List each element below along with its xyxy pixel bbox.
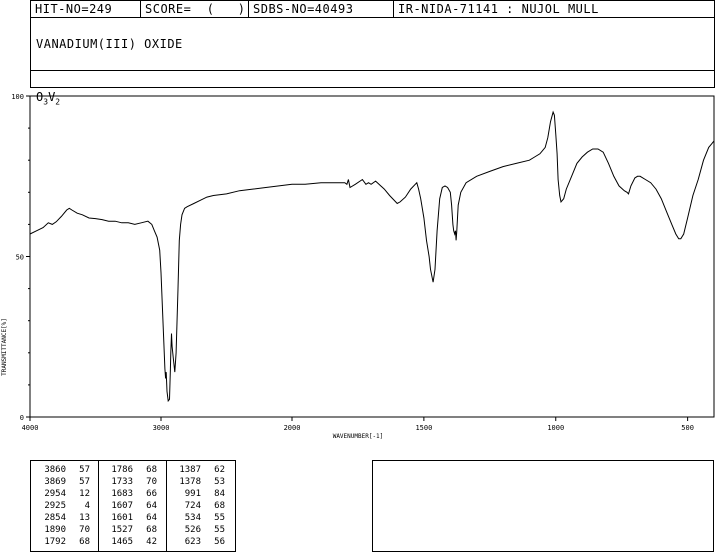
peak-wavenumber: 1601 (111, 513, 133, 523)
peak-entry: 1890 70 (34, 524, 94, 536)
peak-entry: 724 68 (169, 500, 229, 512)
peak-entry: 2925 4 (34, 500, 94, 512)
peak-transmittance: 68 (214, 501, 225, 511)
peak-wavenumber: 534 (184, 513, 201, 523)
peak-entry: 1387 62 (169, 464, 229, 476)
peak-wavenumber: 1378 (179, 477, 201, 487)
peak-wavenumber: 1387 (179, 465, 201, 475)
peak-wavenumber: 526 (184, 525, 201, 535)
spectrum-source: IR-NIDA-71141 : NUJOL MULL (398, 2, 599, 16)
x-tick-label: 1500 (415, 424, 432, 432)
peak-wavenumber: 2954 (44, 489, 66, 499)
peak-wavenumber: 1792 (44, 537, 66, 547)
peak-wavenumber: 3860 (44, 465, 66, 475)
peak-col-divider-2 (166, 461, 167, 551)
peak-entry: 534 55 (169, 512, 229, 524)
spectrum-line (29, 110, 715, 403)
peak-entry: 2854 13 (34, 512, 94, 524)
header-bar: HIT-NO=249 SCORE= ( ) SDBS-NO=40493 IR-N… (30, 0, 715, 18)
peak-wavenumber: 1465 (111, 537, 133, 547)
peak-entry: 2954 12 (34, 488, 94, 500)
score: SCORE= ( ) (141, 1, 249, 18)
peak-transmittance: 13 (79, 513, 90, 523)
peak-transmittance: 68 (79, 537, 90, 547)
peak-transmittance: 55 (214, 513, 225, 523)
x-tick-label: 500 (681, 424, 694, 432)
peak-entry: 1683 66 (101, 488, 161, 500)
sdbs-number: SDBS-NO=40493 (249, 1, 394, 18)
peak-entry: 1786 68 (101, 464, 161, 476)
peak-transmittance: 57 (79, 477, 90, 487)
peak-transmittance: 64 (146, 501, 157, 511)
peak-transmittance: 70 (146, 477, 157, 487)
peak-wavenumber: 1527 (111, 525, 133, 535)
peak-wavenumber: 623 (184, 537, 201, 547)
peak-transmittance: 12 (79, 489, 90, 499)
peak-entry: 1465 42 (101, 536, 161, 548)
compound-box: VANADIUM(III) OXIDE O3V2 (30, 17, 715, 106)
peak-transmittance: 70 (79, 525, 90, 535)
peak-wavenumber: 1733 (111, 477, 133, 487)
x-tick-label: 2000 (284, 424, 301, 432)
peak-entry: 1607 64 (101, 500, 161, 512)
x-tick-label: 4000 (22, 424, 39, 432)
peak-transmittance: 68 (146, 525, 157, 535)
x-axis-label: WAVENUMBER[-1] (333, 433, 384, 440)
peak-transmittance: 62 (214, 465, 225, 475)
compound-name: VANADIUM(III) OXIDE (36, 37, 183, 51)
peak-entry: 1792 68 (34, 536, 94, 548)
peak-wavenumber: 3869 (44, 477, 66, 487)
y-tick-label: 50 (16, 254, 24, 262)
peak-transmittance: 66 (146, 489, 157, 499)
peak-transmittance: 55 (214, 525, 225, 535)
peak-wavenumber: 724 (184, 501, 201, 511)
peak-transmittance: 56 (214, 537, 225, 547)
peak-entry: 1527 68 (101, 524, 161, 536)
peak-wavenumber: 2925 (44, 501, 66, 511)
y-tick-label: 100 (11, 93, 24, 101)
peak-transmittance: 64 (146, 513, 157, 523)
formula-divider (31, 70, 714, 71)
peak-transmittance: 57 (79, 465, 90, 475)
peak-wavenumber: 2854 (44, 513, 66, 523)
peak-table-box: 3860 57 1786 68 1387 62 3869 57 1733 70 1378 53 2954… (30, 460, 236, 552)
plot-frame (29, 95, 715, 418)
peak-entry: 623 56 (169, 536, 229, 548)
peak-transmittance: 4 (84, 501, 90, 511)
peak-wavenumber: 1683 (111, 489, 133, 499)
peak-wavenumber: 1786 (111, 465, 133, 475)
peak-entry: 3860 57 (34, 464, 94, 476)
y-axis-label: TRANSMITTANCE[%] (1, 318, 8, 376)
hit-number: HIT-NO=249 (31, 1, 141, 18)
peak-wavenumber: 1607 (111, 501, 133, 511)
notes-box (372, 460, 714, 552)
x-tick-label: 1000 (547, 424, 564, 432)
peak-entry: 991 84 (169, 488, 229, 500)
peak-entry: 526 55 (169, 524, 229, 536)
peak-col-divider-1 (98, 461, 99, 551)
peak-transmittance: 84 (214, 489, 225, 499)
peak-entry: 1378 53 (169, 476, 229, 488)
peak-entry: 1733 70 (101, 476, 161, 488)
peak-entry: 3869 57 (34, 476, 94, 488)
peak-transmittance: 42 (146, 537, 157, 547)
peak-wavenumber: 991 (184, 489, 201, 499)
y-tick-label: 0 (20, 414, 24, 422)
peak-entry: 1601 64 (101, 512, 161, 524)
peak-transmittance: 68 (146, 465, 157, 475)
peak-wavenumber: 1890 (44, 525, 66, 535)
x-tick-label: 3000 (153, 424, 170, 432)
peak-transmittance: 53 (214, 477, 225, 487)
